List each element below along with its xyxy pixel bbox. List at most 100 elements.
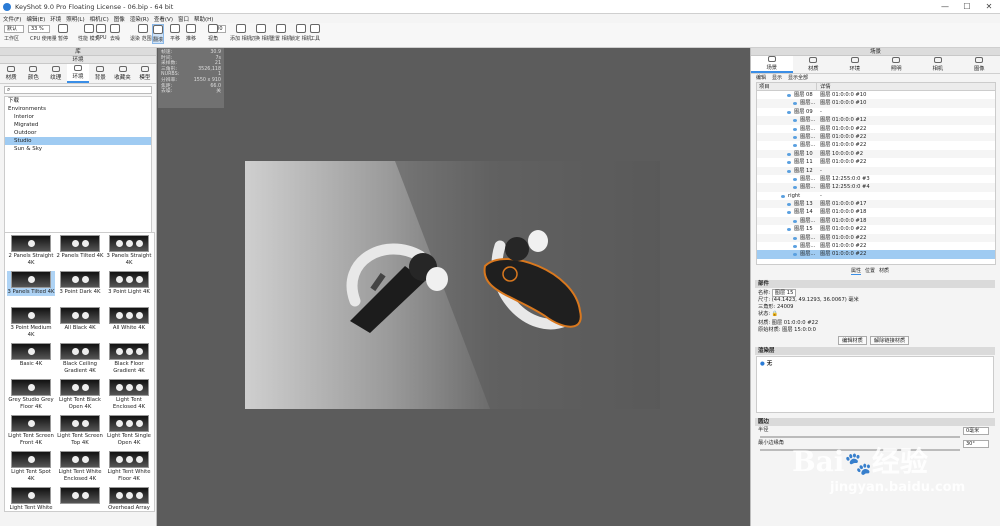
render-region[interactable] xyxy=(245,161,660,409)
environment-thumbnail[interactable]: Light Tent White xyxy=(7,487,55,511)
pause-button[interactable]: 暂停 xyxy=(58,24,68,42)
environment-thumbnail[interactable]: Light Tent Screen Front 4K xyxy=(7,415,55,446)
menu-window[interactable]: 窗口 xyxy=(178,15,189,23)
scene-tree-row[interactable]: 图层... 图层 01:0:0:0 #12 xyxy=(757,116,995,125)
visibility-eye-icon[interactable] xyxy=(787,203,791,207)
visibility-eye-icon[interactable] xyxy=(793,102,797,106)
environment-thumbnail[interactable]: 3 Point Medium 4K xyxy=(7,307,55,338)
visibility-eye-icon[interactable] xyxy=(793,253,797,257)
scene-tree-row[interactable]: 图层... 图层 01:0:0:0 #10 xyxy=(757,99,995,108)
scene-tab-5[interactable]: 图像 xyxy=(959,56,1000,73)
library-search[interactable]: ⌕ xyxy=(4,86,152,94)
environment-thumbnail[interactable]: Black Floor Gradient 4K xyxy=(105,343,153,374)
library-tab-3[interactable]: 环境 xyxy=(66,64,90,83)
menu-lighting[interactable]: 照明(L) xyxy=(66,15,84,23)
subtab-material[interactable]: 材质 xyxy=(879,267,889,275)
switch-camera-button[interactable]: 切换 相机 xyxy=(250,24,272,42)
tree-item[interactable]: Environments xyxy=(5,105,151,113)
environment-thumbnail[interactable]: 3 Panels Tilted 4K xyxy=(7,271,55,296)
scene-tree-row[interactable]: 图层 10 图层 10:0:0:0 #2 xyxy=(757,149,995,159)
cpu-usage-button[interactable]: CPU 使用量 xyxy=(30,35,57,42)
scene-tree-row[interactable]: 图层... 图层 01:0:0:0 #22 xyxy=(757,233,995,243)
menu-render[interactable]: 渲染(R) xyxy=(130,15,149,23)
edit-material-button[interactable]: 编辑材质 xyxy=(838,336,867,345)
visibility-eye-icon[interactable] xyxy=(793,119,797,123)
scene-tree-row[interactable]: 图层 11 图层 01:0:0:0 #22 xyxy=(757,158,995,166)
subtab-properties[interactable]: 属性 xyxy=(851,267,862,275)
visibility-eye-icon[interactable] xyxy=(793,236,797,240)
environment-thumbnail[interactable]: Light Tent Screen Top 4K xyxy=(56,415,104,446)
parts-section-header[interactable]: 部件 xyxy=(755,280,995,288)
environment-thumbnail[interactable]: Light Tent White Floor 4K xyxy=(105,451,153,482)
unlink-material-button[interactable]: 解除链接材质 xyxy=(870,336,910,345)
scene-tree-row[interactable]: 图层 08 图层 01:0:0:0 #10 xyxy=(757,91,995,99)
scene-tree-row[interactable]: 图层... 图层 01:0:0:0 #22 xyxy=(757,132,995,142)
visibility-eye-icon[interactable] xyxy=(787,94,791,97)
environment-thumbnail[interactable]: Light Tent Enclosed 4K xyxy=(105,379,153,410)
menu-image[interactable]: 图像 xyxy=(114,15,125,23)
scene-tree-row[interactable]: 图层... 图层 01:0:0:0 #22 xyxy=(757,242,995,250)
scene-tree-row[interactable]: 图层... 图层 12:255:0:0 #4 xyxy=(757,183,995,192)
pan-button[interactable]: 平移 xyxy=(170,24,180,42)
environment-thumbnail[interactable]: All Black 4K xyxy=(56,307,104,332)
environment-thumbnail[interactable]: Overhead Array xyxy=(105,487,153,511)
visibility-eye-icon[interactable] xyxy=(793,144,797,148)
library-tab-1[interactable]: 颜色 xyxy=(22,64,44,83)
scene-tree-row[interactable]: 图层 15 图层 01:0:0:0 #22 xyxy=(757,225,995,233)
menu-edit[interactable]: 编辑(E) xyxy=(26,15,45,23)
visibility-eye-icon[interactable] xyxy=(787,211,791,215)
environment-thumbnail[interactable] xyxy=(56,487,104,505)
scene-tree-row[interactable]: 图层 12- xyxy=(757,166,995,175)
scene-tree-row[interactable]: 图层 14 图层 01:0:0:0 #18 xyxy=(757,208,995,216)
library-tab-5[interactable]: 收藏夹 xyxy=(111,64,133,83)
library-tab-2[interactable]: 纹理 xyxy=(45,64,67,83)
library-tab-0[interactable]: 材质 xyxy=(0,64,22,83)
part-name-value[interactable]: 图层 15 xyxy=(771,289,797,297)
visibility-eye-icon[interactable] xyxy=(787,110,791,114)
scene-tab-0[interactable]: 场景 xyxy=(751,56,793,73)
minimize-button[interactable]: — xyxy=(934,0,956,13)
maximize-button[interactable]: ☐ xyxy=(956,0,978,13)
visibility-eye-icon[interactable] xyxy=(793,186,797,190)
denoise-button[interactable]: 去噪 xyxy=(110,24,120,42)
scene-tree-row[interactable]: 图层 13 图层 01:0:0:0 #17 xyxy=(757,200,995,209)
visibility-eye-icon[interactable] xyxy=(787,169,791,173)
scene-tree-row[interactable]: 图层... 图层 01:0:0:0 #22 xyxy=(757,250,995,259)
visibility-eye-icon[interactable] xyxy=(793,245,797,249)
menu-view[interactable]: 查看(V) xyxy=(154,15,173,23)
environment-thumbnail[interactable]: 2 Panels Tilted 4K xyxy=(56,235,104,260)
lock-camera-button[interactable]: 锁定 相机 xyxy=(290,24,312,42)
menu-camera[interactable]: 相机(C) xyxy=(90,15,109,23)
scene-tab-3[interactable]: 照明 xyxy=(876,56,918,73)
reset-camera-button[interactable]: 重置 相机 xyxy=(270,24,292,42)
scene-tree-row[interactable]: 图层... 图层 01:0:0:0 #22 xyxy=(757,141,995,149)
dolly-button[interactable]: 推移 xyxy=(186,24,196,42)
environment-thumbnail[interactable]: Light Tent Spot 4K xyxy=(7,451,55,482)
visibility-eye-icon[interactable] xyxy=(787,161,791,165)
tree-item[interactable]: Migrated xyxy=(5,121,151,129)
library-tab-6[interactable]: 模型 xyxy=(134,64,156,83)
library-tab-4[interactable]: 背景 xyxy=(89,64,111,83)
preset-select[interactable]: 默认 xyxy=(4,25,24,33)
environment-thumbnail[interactable]: Light Tent White Enclosed 4K xyxy=(56,451,104,482)
fov-button[interactable]: 视角 xyxy=(208,24,218,42)
scene-edit-button[interactable]: 编辑 xyxy=(756,74,766,81)
subtab-position[interactable]: 位置 xyxy=(865,267,875,275)
environment-thumbnail[interactable]: 3 Point Light 4K xyxy=(105,271,153,296)
scene-tree-row[interactable]: 图层 09- xyxy=(757,108,995,116)
scene-show-button[interactable]: 显示 xyxy=(772,74,782,81)
tree-item[interactable]: Outdoor xyxy=(5,129,151,137)
gpu-button[interactable]: GPU xyxy=(96,24,107,41)
render-layer-section-header[interactable]: 渲染层 xyxy=(755,347,995,355)
environment-thumbnail[interactable]: Light Tent Black Open 4K xyxy=(56,379,104,410)
rounding-radius-input[interactable]: 0毫米 xyxy=(963,427,989,435)
close-button[interactable]: ✕ xyxy=(978,0,1000,13)
scene-show-all-button[interactable]: 显示全部 xyxy=(788,74,808,81)
scene-tab-4[interactable]: 相机 xyxy=(917,56,959,73)
workspace-button[interactable]: 工作区 xyxy=(4,35,19,42)
tree-item[interactable]: Sun & Sky xyxy=(5,145,151,153)
environment-thumbnail[interactable]: All White 4K xyxy=(105,307,153,332)
visibility-eye-icon[interactable] xyxy=(781,194,785,198)
environment-thumbnail[interactable]: Black Ceiling Gradient 4K xyxy=(56,343,104,374)
tree-item[interactable]: 下载 xyxy=(5,97,151,105)
